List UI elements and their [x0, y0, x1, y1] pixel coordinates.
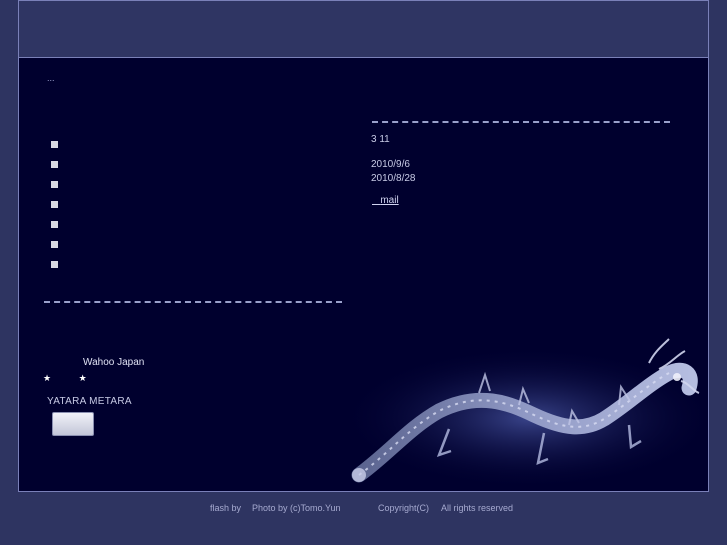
star-icon: ★ [43, 373, 52, 383]
divider-left [44, 301, 342, 303]
square-bullet-icon [51, 221, 58, 228]
ellipsis-text: ... [47, 73, 55, 83]
list-item[interactable] [51, 235, 58, 255]
list-item[interactable] [51, 155, 58, 175]
square-bullet-icon [51, 201, 58, 208]
news-date[interactable]: 2010/8/28 [371, 172, 416, 186]
yatara-link[interactable]: YATARA METARA [47, 396, 132, 407]
footer-copyright: Copyright(C) [378, 503, 430, 513]
divider-right [372, 121, 670, 123]
menu-list [51, 135, 58, 275]
list-item[interactable] [51, 215, 58, 235]
footer-rights: All rights reserved [441, 503, 514, 513]
header-bar [19, 1, 708, 58]
stars-row: ★ ★ [43, 373, 112, 384]
star-icon: ★ [78, 373, 87, 383]
main-frame: ... 3 11 2010/9/6 2010/8/28 mail Wahoo J… [18, 0, 709, 492]
square-bullet-icon [51, 141, 58, 148]
dragon-image [339, 338, 705, 490]
square-bullet-icon [51, 181, 58, 188]
banner-button[interactable] [52, 412, 94, 436]
wahoo-link[interactable]: Wahoo Japan [83, 357, 144, 368]
square-bullet-icon [51, 161, 58, 168]
square-bullet-icon [51, 241, 58, 248]
list-item[interactable] [51, 135, 58, 155]
mail-link[interactable]: mail [372, 195, 398, 206]
news-section: 3 11 2010/9/6 2010/8/28 [371, 133, 416, 186]
footer-photo: Photo by (c)Tomo.Yun [252, 503, 341, 513]
square-bullet-icon [51, 261, 58, 268]
footer-flash: flash by [210, 503, 242, 513]
list-item[interactable] [51, 175, 58, 195]
list-item[interactable] [51, 255, 58, 275]
news-date[interactable]: 2010/9/6 [371, 158, 416, 172]
news-line: 3 11 [371, 134, 390, 145]
list-item[interactable] [51, 195, 58, 215]
